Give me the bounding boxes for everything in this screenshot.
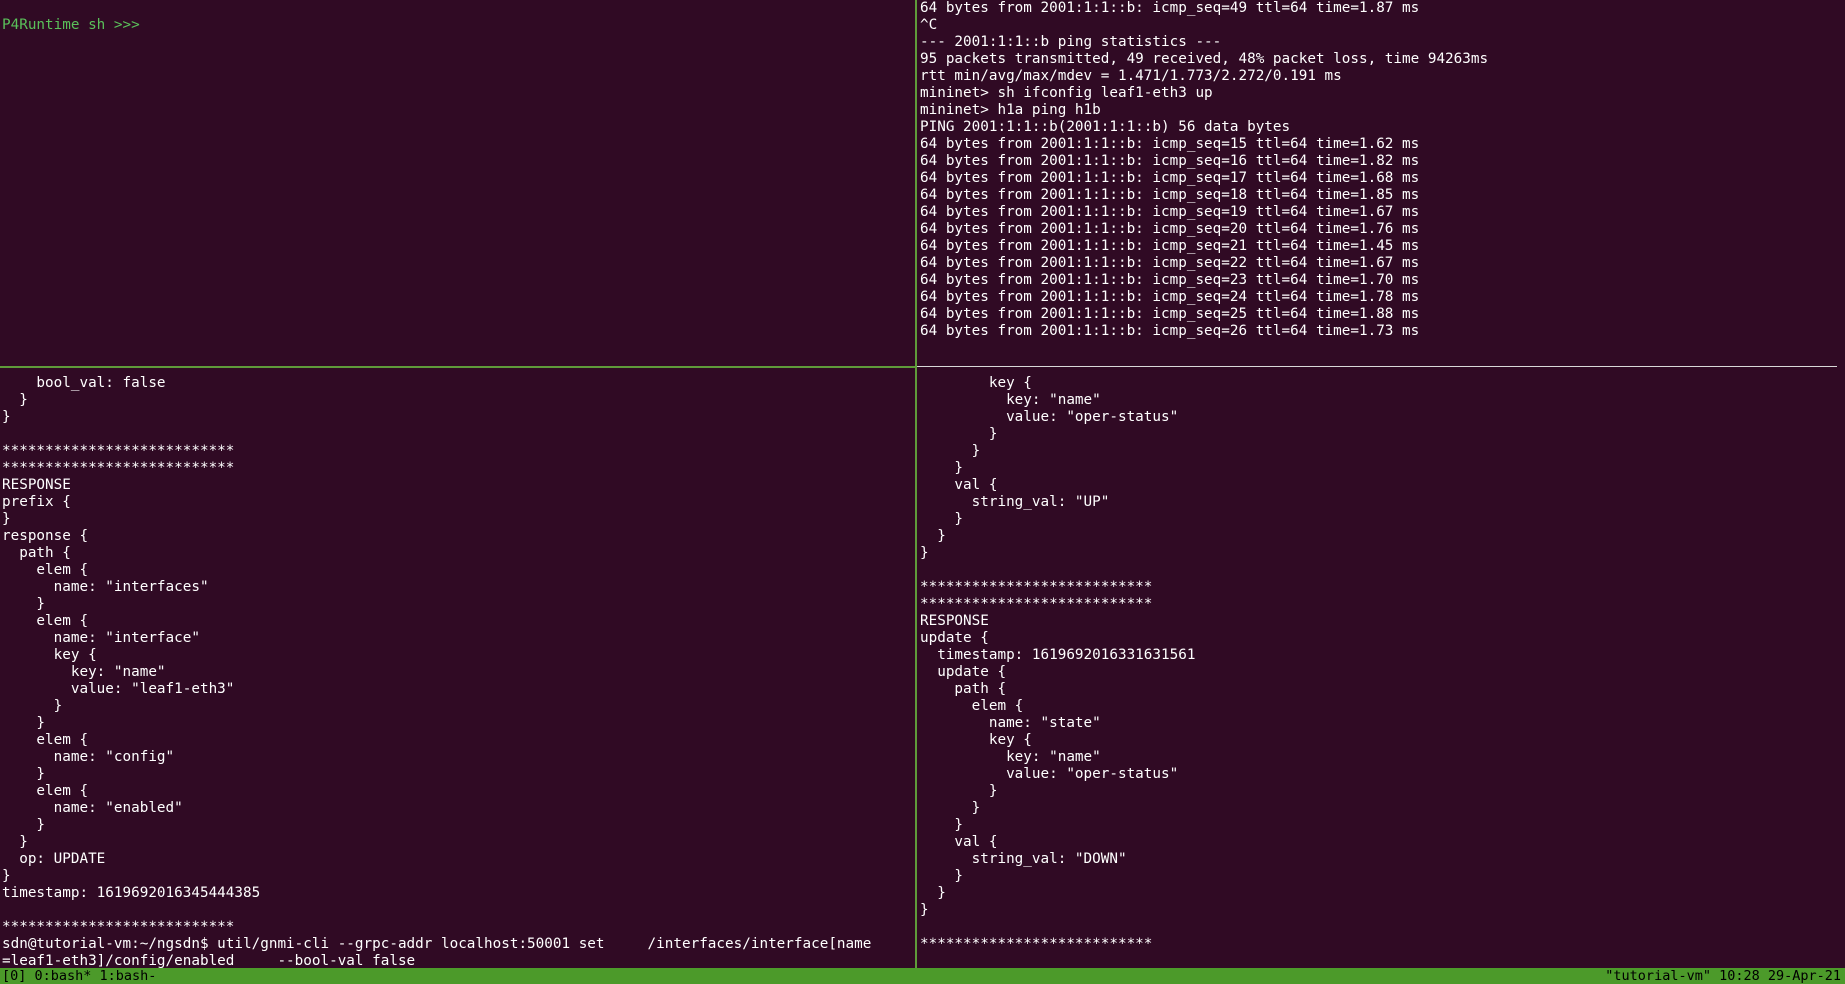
pane-divider-vertical[interactable] — [915, 0, 917, 968]
p4runtime-prompt: P4Runtime sh >>> — [2, 17, 149, 33]
pane-divider-horizontal-left[interactable] — [0, 366, 915, 368]
host-clock: "tutorial-vm" 10:28 29-Apr-21 — [1605, 968, 1841, 984]
terminal-output: key { key: "name" value: "oper-status" }… — [920, 375, 1196, 952]
window-list[interactable]: [0] 0:bash* 1:bash- — [2, 968, 156, 984]
terminal-pane-top-left[interactable]: P4Runtime sh >>> — [0, 0, 915, 366]
tmux-status-bar: [0] 0:bash* 1:bash- "tutorial-vm" 10:28 … — [0, 968, 1845, 984]
terminal-pane-top-right[interactable]: 64 bytes from 2001:1:1::b: icmp_seq=49 t… — [917, 0, 1845, 366]
terminal-pane-bottom-right[interactable]: key { key: "name" value: "oper-status" }… — [917, 368, 1845, 968]
terminal-pane-bottom-left[interactable]: bool_val: false } } ********************… — [0, 368, 915, 968]
terminal-output: 64 bytes from 2001:1:1::b: icmp_seq=49 t… — [920, 0, 1489, 339]
pane-divider-horizontal-right[interactable] — [917, 366, 1837, 367]
terminal-output: bool_val: false } } ********************… — [2, 375, 872, 968]
